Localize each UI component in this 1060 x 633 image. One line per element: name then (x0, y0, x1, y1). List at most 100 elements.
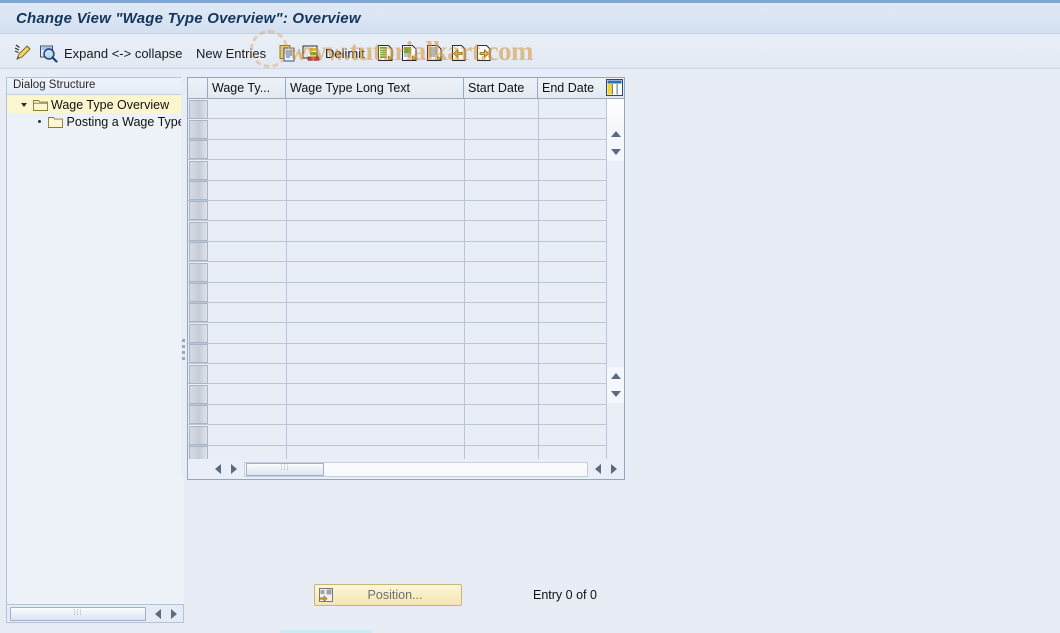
cell-wage-type[interactable] (209, 343, 287, 364)
copy-as-icon[interactable] (277, 41, 299, 65)
cell-long-text[interactable] (287, 241, 465, 262)
row-select-button[interactable] (189, 262, 208, 282)
row-select-button[interactable] (189, 99, 208, 119)
row-select-button[interactable] (189, 221, 208, 241)
cell-end-date[interactable] (539, 302, 606, 323)
cell-end-date[interactable] (539, 160, 606, 180)
cell-end-date[interactable] (539, 404, 606, 425)
row-select-button[interactable] (189, 242, 208, 262)
row-select-button[interactable] (189, 425, 208, 445)
table-row[interactable] (188, 160, 607, 181)
scroll-left-end-icon[interactable] (590, 461, 606, 477)
table-row[interactable] (188, 180, 607, 201)
cell-long-text[interactable] (287, 404, 465, 425)
cell-end-date[interactable] (539, 200, 606, 221)
column-header-end-date[interactable]: End Date (538, 78, 607, 98)
cell-start-date[interactable] (465, 302, 539, 323)
cell-long-text[interactable] (287, 160, 465, 180)
cell-wage-type[interactable] (209, 139, 287, 160)
row-select-button[interactable] (189, 344, 208, 364)
row-select-button[interactable] (189, 181, 208, 201)
scroll-right-icon[interactable] (166, 606, 182, 622)
cell-wage-type[interactable] (209, 282, 287, 302)
cell-start-date[interactable] (465, 404, 539, 425)
table-vertical-scrollbar[interactable] (606, 99, 624, 459)
table-row[interactable] (188, 364, 607, 385)
cell-end-date[interactable] (539, 425, 606, 445)
cell-start-date[interactable] (465, 425, 539, 445)
table-row[interactable] (188, 425, 607, 446)
table-row[interactable] (188, 302, 607, 324)
scroll-right-icon[interactable] (226, 461, 242, 477)
cell-wage-type[interactable] (209, 241, 287, 262)
table-row[interactable] (188, 99, 607, 120)
tree-item-wage-type-overview[interactable]: Wage Type Overview (7, 96, 183, 113)
table-corner-cell[interactable] (188, 78, 208, 98)
display-details-icon[interactable] (37, 41, 59, 65)
cell-start-date[interactable] (465, 139, 539, 160)
next-entry-icon[interactable] (473, 41, 495, 65)
cell-start-date[interactable] (465, 241, 539, 262)
cell-end-date[interactable] (539, 180, 606, 200)
cell-wage-type[interactable] (209, 99, 287, 119)
change-display-icon[interactable] (12, 41, 34, 65)
new-entries-button[interactable]: New Entries (196, 43, 266, 63)
row-select-button[interactable] (189, 364, 208, 384)
cell-end-date[interactable] (539, 119, 606, 139)
row-select-button[interactable] (189, 160, 208, 180)
table-row[interactable] (188, 200, 607, 222)
row-select-button[interactable] (189, 283, 208, 303)
delete-row-icon[interactable] (300, 41, 322, 65)
row-select-button[interactable] (189, 384, 208, 404)
cell-start-date[interactable] (465, 282, 539, 302)
page-down-icon[interactable] (607, 385, 624, 403)
cell-start-date[interactable] (465, 119, 539, 139)
table-row[interactable] (188, 221, 607, 242)
cell-wage-type[interactable] (209, 200, 287, 221)
row-select-button[interactable] (189, 140, 208, 160)
cell-start-date[interactable] (465, 221, 539, 241)
cell-long-text[interactable] (287, 323, 465, 343)
cell-start-date[interactable] (465, 384, 539, 404)
select-all-icon[interactable] (375, 41, 397, 65)
cell-wage-type[interactable] (209, 323, 287, 343)
cell-wage-type[interactable] (209, 160, 287, 180)
cell-long-text[interactable] (287, 119, 465, 139)
cell-start-date[interactable] (465, 343, 539, 364)
deselect-all-icon[interactable] (399, 41, 421, 65)
cell-long-text[interactable] (287, 302, 465, 323)
column-header-wage-type-long-text[interactable]: Wage Type Long Text (286, 78, 464, 98)
cell-end-date[interactable] (539, 139, 606, 160)
table-row[interactable] (188, 323, 607, 344)
cell-start-date[interactable] (465, 364, 539, 384)
table-row[interactable] (188, 282, 607, 303)
cell-long-text[interactable] (287, 180, 465, 200)
table-horizontal-scrollbar[interactable]: ⁞⁞⁞ (188, 459, 624, 479)
cell-long-text[interactable] (287, 221, 465, 241)
cell-wage-type[interactable] (209, 119, 287, 139)
table-row[interactable] (188, 119, 607, 140)
scroll-right-end-icon[interactable] (606, 461, 622, 477)
table-row[interactable] (188, 262, 607, 283)
cell-start-date[interactable] (465, 99, 539, 119)
cell-wage-type[interactable] (209, 425, 287, 445)
cell-start-date[interactable] (465, 180, 539, 200)
cell-start-date[interactable] (465, 262, 539, 282)
tree-scroll-thumb[interactable]: ⁞⁞⁞ (10, 606, 146, 621)
row-select-button[interactable] (189, 201, 208, 221)
row-select-button[interactable] (189, 323, 208, 343)
cell-start-date[interactable] (465, 160, 539, 180)
cell-long-text[interactable] (287, 364, 465, 384)
cell-long-text[interactable] (287, 343, 465, 364)
cell-wage-type[interactable] (209, 384, 287, 404)
tree-item-posting-a-wage-type[interactable]: Posting a Wage Type (7, 113, 183, 130)
scroll-up-icon[interactable] (607, 125, 624, 143)
vscroll-track[interactable] (607, 99, 624, 125)
cell-long-text[interactable] (287, 99, 465, 119)
scroll-down-icon[interactable] (607, 143, 624, 161)
table-row[interactable] (188, 384, 607, 405)
cell-long-text[interactable] (287, 282, 465, 302)
hscroll-track[interactable]: ⁞⁞⁞ (244, 461, 588, 477)
cell-end-date[interactable] (539, 99, 606, 119)
delimit-button[interactable]: Delimit (325, 43, 365, 63)
